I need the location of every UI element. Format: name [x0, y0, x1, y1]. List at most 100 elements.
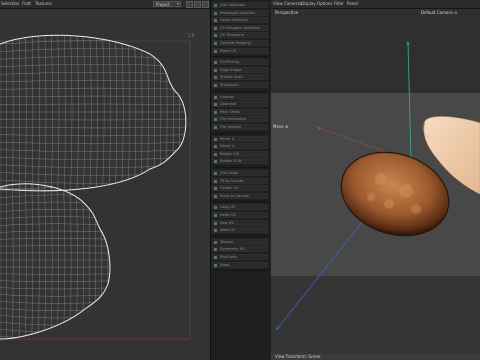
tool-divider: [212, 90, 268, 92]
tool-label: Grid Snap: [220, 171, 238, 175]
tool-icon: [214, 194, 217, 198]
tool-item[interactable]: Terrace: [212, 238, 268, 245]
tool-divider: [212, 132, 268, 134]
tool-icon: [214, 103, 217, 107]
tool-item[interactable]: Relax UV: [212, 47, 268, 54]
tool-icon: [214, 160, 217, 164]
tool-divider: [212, 56, 268, 58]
menu-selection[interactable]: Selection: [1, 1, 19, 6]
tool-label: Live Selection: [220, 3, 246, 7]
tool-item[interactable]: Rotate CCW: [212, 158, 268, 165]
tool-item[interactable]: Scale to Canvas: [212, 192, 268, 199]
tool-label: Mirror V: [220, 144, 235, 149]
tool-label: Unwrap: [220, 94, 234, 99]
tool-label: Mirror U: [220, 136, 235, 141]
tool-item[interactable]: Align Image: [212, 66, 268, 73]
uv-canvas[interactable]: [0, 9, 210, 360]
menu-textures[interactable]: Textures: [35, 1, 52, 6]
tool-icon: [214, 240, 217, 244]
tool-item[interactable]: Stretch Shell: [212, 74, 268, 81]
tool-label: Paste UV: [220, 213, 236, 217]
tool-icon: [214, 110, 217, 114]
uv-corner-label: 1.0: [188, 33, 195, 38]
tool-item[interactable]: Mirror V: [212, 143, 268, 150]
tool-item[interactable]: Grid Snap: [212, 170, 268, 176]
tool-item[interactable]: Symmetry UV: [212, 246, 268, 253]
tool-icon: [214, 76, 217, 80]
tool-icon: [214, 84, 217, 87]
tool-label: Sew UV: [220, 220, 234, 225]
chevron-down-icon: ▾: [177, 1, 180, 6]
tool-item[interactable]: Center UV: [212, 185, 268, 192]
tool-label: UV Polygons Selection: [220, 25, 260, 30]
tool-item[interactable]: Lasso Selection: [212, 17, 268, 24]
tool-item[interactable]: Fit to Canvas: [212, 177, 268, 184]
uv-wireframe: [0, 34, 191, 340]
tool-item[interactable]: Optimal Mapping: [212, 40, 268, 46]
menu-cameras[interactable]: Cameras: [284, 1, 302, 6]
uv-tool-icon-c[interactable]: [202, 1, 209, 8]
uv-tool-icon-b[interactable]: [194, 1, 201, 8]
tool-icon: [214, 42, 217, 45]
tool-icon: [214, 68, 217, 72]
tool-icon: [214, 248, 217, 252]
tool-label: Weld UV: [220, 228, 236, 233]
uv-tool-icon-a[interactable]: [186, 1, 193, 8]
tool-label: Align Image: [220, 67, 242, 72]
status-text: View Transform: Scene: [275, 354, 321, 359]
tool-icon: [214, 221, 217, 225]
tool-icon: [214, 187, 217, 191]
tool-item[interactable]: Copy UV: [212, 204, 268, 211]
tool-item[interactable]: UV Pinning: [212, 59, 268, 66]
tool-item[interactable]: Shell Info: [212, 254, 268, 260]
tool-icon: [214, 126, 217, 129]
tool-label: Scale to Canvas: [220, 193, 249, 198]
viewport-menubar: View Cameras Display Options Filter Pane…: [271, 0, 480, 9]
tool-icon: [214, 4, 217, 7]
tool-icon: [214, 179, 217, 183]
tool-item[interactable]: Rotate CW: [212, 150, 268, 157]
tool-label: Rectangle Selection: [220, 10, 256, 15]
tool-icon: [214, 145, 217, 149]
tool-label: Rotate CW: [220, 151, 239, 156]
tool-icon: [214, 11, 217, 15]
tool-item[interactable]: Mirror U: [212, 135, 268, 142]
tool-item[interactable]: UV Polygons Selection: [212, 24, 268, 31]
tool-icon: [214, 61, 217, 65]
tool-item[interactable]: Straighten: [212, 82, 268, 88]
camera-label[interactable]: Default Camera ⊙: [421, 10, 457, 15]
menu-display[interactable]: Display: [301, 1, 316, 6]
tool-item[interactable]: Unwrap: [212, 93, 268, 100]
menu-filter[interactable]: Filter: [334, 1, 344, 6]
tool-item[interactable]: Snap: [212, 261, 268, 268]
tool-divider: [212, 270, 268, 272]
tool-item[interactable]: Quantize: [212, 101, 268, 108]
tool-item[interactable]: Flip Horizontal: [212, 116, 268, 123]
tool-item[interactable]: Rectangle Selection: [212, 9, 268, 16]
menu-flatt[interactable]: Flatt: [22, 1, 31, 6]
tool-icon: [214, 256, 217, 259]
tool-label: Flip Vertical: [220, 125, 241, 129]
tool-label: Copy UV: [220, 205, 236, 210]
tool-label: Fit to Canvas: [220, 178, 244, 183]
menu-panel[interactable]: Panel: [347, 1, 358, 6]
tool-label: Flip Horizontal: [220, 117, 246, 122]
tool-icon: [214, 95, 217, 99]
tool-item[interactable]: UV Transform: [212, 32, 268, 39]
tool-label: Quantize: [220, 102, 237, 107]
tool-item[interactable]: Sew UV: [212, 219, 268, 226]
tool-item[interactable]: Weld UV: [212, 227, 268, 234]
tool-label: Snap: [220, 262, 230, 267]
tool-item[interactable]: Live Selection: [212, 2, 268, 8]
tool-item[interactable]: Pack Shells: [212, 108, 268, 115]
tool-label: Optimal Mapping: [220, 41, 251, 45]
tool-item[interactable]: Paste UV: [212, 212, 268, 218]
tool-label: Pack Shells: [220, 109, 241, 114]
tool-label: Stretch Shell: [220, 75, 243, 80]
menu-options[interactable]: Options: [317, 1, 332, 6]
tool-icon: [214, 19, 217, 23]
tool-item[interactable]: Flip Vertical: [212, 124, 268, 130]
tool-label: UV Pinning: [220, 60, 240, 65]
menu-view[interactable]: View: [273, 1, 283, 6]
tool-icon: [214, 206, 217, 210]
